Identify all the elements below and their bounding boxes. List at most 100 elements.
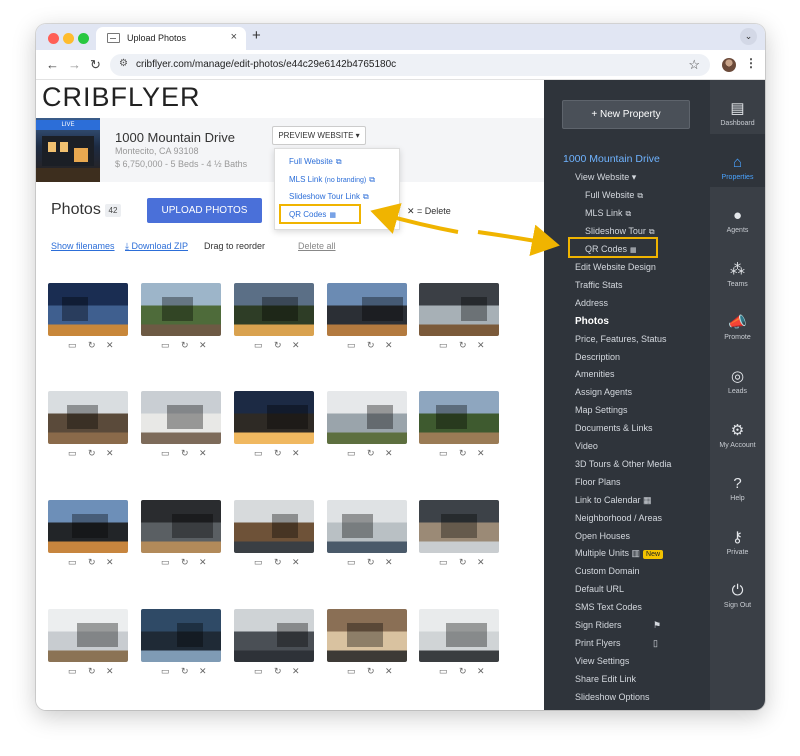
- comment-icon[interactable]: ▭: [68, 448, 77, 459]
- close-window-button[interactable]: [48, 33, 59, 44]
- rotate-icon[interactable]: ↻: [367, 666, 375, 677]
- preview-full-website-link[interactable]: Full Website ⧉: [289, 157, 342, 167]
- comment-icon[interactable]: ▭: [347, 557, 356, 568]
- sidebar-full-website[interactable]: Full Website ⧉: [585, 190, 643, 201]
- rotate-icon[interactable]: ↻: [274, 448, 282, 459]
- sidebar-item-neighborhood-areas[interactable]: Neighborhood / Areas: [575, 513, 662, 523]
- rotate-icon[interactable]: ↻: [459, 666, 467, 677]
- download-zip-link[interactable]: ⤓ Download ZIP: [125, 241, 188, 252]
- rail-leads[interactable]: ◎ Leads: [710, 348, 765, 401]
- delete-icon[interactable]: ✕: [292, 340, 300, 351]
- comment-icon[interactable]: ▭: [161, 448, 170, 459]
- comment-icon[interactable]: ▭: [68, 340, 77, 351]
- delete-icon[interactable]: ✕: [477, 557, 485, 568]
- sidebar-item-sms-text-codes[interactable]: SMS Text Codes: [575, 602, 642, 612]
- photo-thumbnail[interactable]: [327, 391, 407, 444]
- photo-thumbnail[interactable]: [141, 283, 221, 336]
- sidebar-item-3d-tours-other-media[interactable]: 3D Tours & Other Media: [575, 459, 671, 469]
- photo-thumbnail[interactable]: [48, 283, 128, 336]
- photo-thumbnail[interactable]: [327, 609, 407, 662]
- preview-website-button[interactable]: PREVIEW WEBSITE ▾: [272, 126, 366, 145]
- sidebar-item-custom-domain[interactable]: Custom Domain: [575, 566, 640, 576]
- delete-icon[interactable]: ✕: [106, 340, 114, 351]
- rail-properties[interactable]: ⌂ Properties: [710, 133, 765, 187]
- delete-icon[interactable]: ✕: [477, 666, 485, 677]
- photo-thumbnail[interactable]: [419, 609, 499, 662]
- comment-icon[interactable]: ▭: [254, 666, 263, 677]
- property-thumbnail[interactable]: LIVE: [36, 118, 100, 182]
- sidebar-item-link-to-calendar[interactable]: Link to Calendar ▦: [575, 495, 652, 506]
- sidebar-item-print-flyers[interactable]: Print Flyers ▯: [575, 638, 658, 648]
- sidebar-item-price-features-status[interactable]: Price, Features, Status: [575, 334, 667, 344]
- rail-sign-out[interactable]: ⏻ Sign Out: [710, 562, 765, 615]
- sidebar-item-share-edit-link[interactable]: Share Edit Link: [575, 674, 636, 684]
- delete-icon[interactable]: ✕: [106, 448, 114, 459]
- sidebar-item-photos[interactable]: Photos: [575, 316, 609, 327]
- delete-icon[interactable]: ✕: [106, 666, 114, 677]
- comment-icon[interactable]: ▭: [254, 557, 263, 568]
- forward-button[interactable]: →: [68, 57, 81, 72]
- sidebar-view-website[interactable]: View Website ▾: [575, 172, 636, 183]
- profile-avatar[interactable]: [722, 58, 736, 72]
- delete-icon[interactable]: ✕: [385, 340, 393, 351]
- rotate-icon[interactable]: ↻: [274, 557, 282, 568]
- rotate-icon[interactable]: ↻: [181, 340, 189, 351]
- comment-icon[interactable]: ▭: [347, 448, 356, 459]
- delete-icon[interactable]: ✕: [199, 557, 207, 568]
- show-filenames-link[interactable]: Show filenames: [51, 241, 115, 251]
- new-tab-button[interactable]: +: [252, 27, 261, 44]
- site-settings-icon[interactable]: ⚙: [119, 58, 128, 69]
- sidebar-item-traffic-stats[interactable]: Traffic Stats: [575, 280, 623, 290]
- rotate-icon[interactable]: ↻: [88, 448, 96, 459]
- comment-icon[interactable]: ▭: [439, 666, 448, 677]
- photo-thumbnail[interactable]: [234, 500, 314, 553]
- sidebar-item-sign-riders[interactable]: Sign Riders ⚑: [575, 620, 661, 630]
- sidebar-item-description[interactable]: Description: [575, 352, 620, 362]
- comment-icon[interactable]: ▭: [439, 340, 448, 351]
- sidebar-item-floor-plans[interactable]: Floor Plans: [575, 477, 621, 487]
- photo-thumbnail[interactable]: [48, 500, 128, 553]
- rail-promote[interactable]: 📣 Promote: [710, 294, 765, 347]
- delete-icon[interactable]: ✕: [292, 557, 300, 568]
- delete-icon[interactable]: ✕: [477, 448, 485, 459]
- photo-thumbnail[interactable]: [48, 609, 128, 662]
- rotate-icon[interactable]: ↻: [88, 340, 96, 351]
- photo-thumbnail[interactable]: [48, 391, 128, 444]
- rotate-icon[interactable]: ↻: [274, 340, 282, 351]
- sidebar-item-open-houses[interactable]: Open Houses: [575, 531, 630, 541]
- sidebar-item-slideshow-options[interactable]: Slideshow Options: [575, 692, 650, 702]
- photo-thumbnail[interactable]: [327, 283, 407, 336]
- new-property-button[interactable]: + New Property: [562, 100, 690, 129]
- back-button[interactable]: ←: [46, 57, 59, 72]
- comment-icon[interactable]: ▭: [161, 340, 170, 351]
- comment-icon[interactable]: ▭: [347, 340, 356, 351]
- comment-icon[interactable]: ▭: [68, 666, 77, 677]
- rotate-icon[interactable]: ↻: [181, 557, 189, 568]
- rotate-icon[interactable]: ↻: [274, 666, 282, 677]
- photo-thumbnail[interactable]: [141, 391, 221, 444]
- delete-icon[interactable]: ✕: [292, 448, 300, 459]
- preview-slideshow-link[interactable]: Slideshow Tour Link ⧉: [289, 192, 369, 202]
- delete-icon[interactable]: ✕: [199, 448, 207, 459]
- photo-thumbnail[interactable]: [419, 500, 499, 553]
- rail-help[interactable]: ? Help: [710, 455, 765, 508]
- rotate-icon[interactable]: ↻: [88, 557, 96, 568]
- comment-icon[interactable]: ▭: [439, 448, 448, 459]
- rotate-icon[interactable]: ↻: [459, 557, 467, 568]
- delete-icon[interactable]: ✕: [292, 666, 300, 677]
- rail-dashboard[interactable]: ▤ Dashboard: [710, 80, 765, 133]
- reload-button[interactable]: ↻: [90, 57, 101, 73]
- delete-icon[interactable]: ✕: [385, 557, 393, 568]
- upload-photos-button[interactable]: UPLOAD PHOTOS: [147, 198, 262, 223]
- rail-private[interactable]: ⚷ Private: [710, 509, 765, 562]
- sidebar-item-amenities[interactable]: Amenities: [575, 369, 615, 379]
- sidebar-item-edit-website-design[interactable]: Edit Website Design: [575, 262, 656, 272]
- photo-thumbnail[interactable]: [419, 391, 499, 444]
- sidebar-property-heading[interactable]: 1000 Mountain Drive: [563, 153, 660, 165]
- comment-icon[interactable]: ▭: [161, 666, 170, 677]
- photo-thumbnail[interactable]: [419, 283, 499, 336]
- comment-icon[interactable]: ▭: [68, 557, 77, 568]
- delete-icon[interactable]: ✕: [385, 448, 393, 459]
- sidebar-item-view-settings[interactable]: View Settings: [575, 656, 629, 666]
- tab-search-button[interactable]: ⌄: [740, 28, 757, 45]
